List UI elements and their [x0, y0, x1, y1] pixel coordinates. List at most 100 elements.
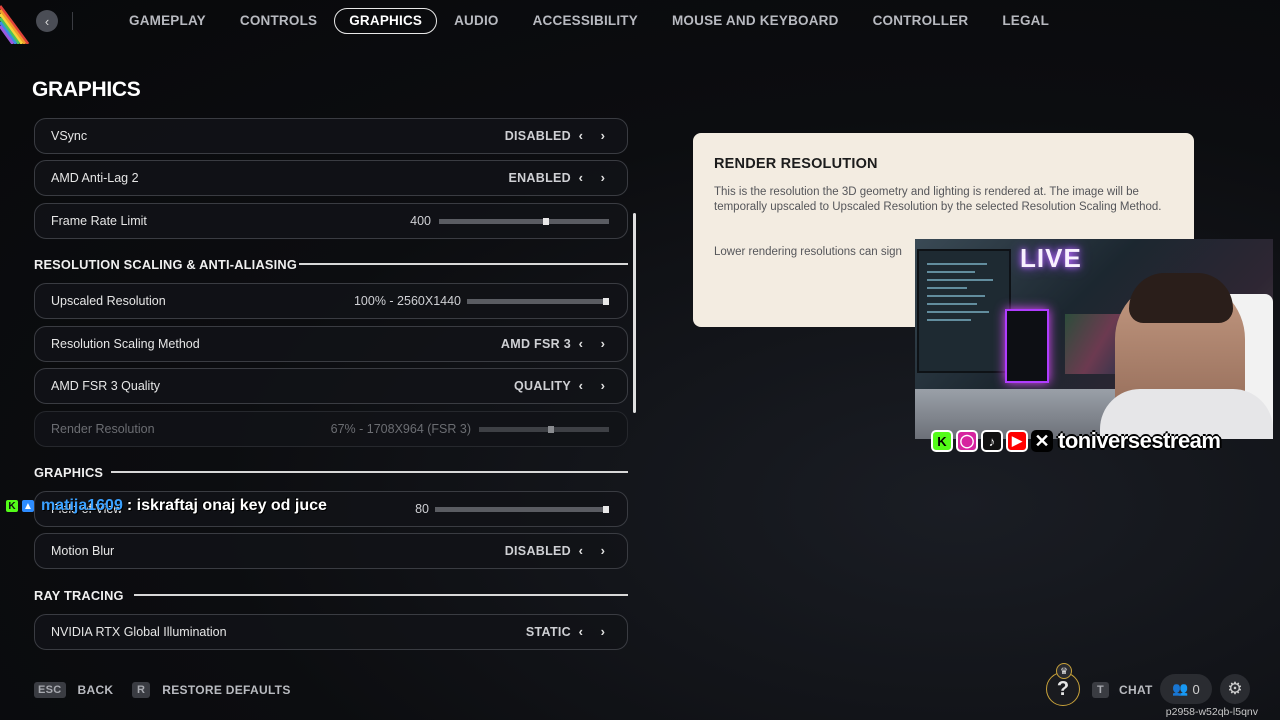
setting-value: QUALITY: [514, 379, 571, 393]
setting-rtx-global-illumination[interactable]: NVIDIA RTX Global Illumination STATIC ‹ …: [34, 614, 628, 650]
upscaled-resolution-slider[interactable]: [467, 298, 609, 305]
tab-gameplay[interactable]: GAMEPLAY: [112, 8, 223, 34]
tab-controller[interactable]: CONTROLLER: [856, 8, 986, 34]
section-divider: [134, 594, 628, 596]
section-ray-tracing: RAY TRACING: [34, 588, 124, 603]
stream-handle: toniversestream: [1058, 428, 1221, 453]
back-action[interactable]: ESC BACK: [34, 680, 113, 700]
chevron-left-icon: ‹: [44, 13, 50, 29]
friends-icon: 👥: [1172, 681, 1189, 696]
settings-scrollbar[interactable]: [633, 213, 636, 413]
section-graphics: GRAPHICS: [34, 465, 104, 480]
tab-graphics[interactable]: GRAPHICS: [334, 8, 438, 34]
key-hint: ESC: [34, 682, 66, 698]
gear-icon: ⚙: [1227, 679, 1243, 698]
kick-icon: K: [6, 500, 18, 512]
page-title: GRAPHICS: [32, 78, 141, 101]
setting-value: STATIC: [525, 625, 571, 639]
friends-count: 0: [1192, 681, 1200, 697]
setting-label: NVIDIA RTX Global Illumination: [51, 625, 227, 639]
slider-knob[interactable]: [543, 218, 550, 225]
tab-legal[interactable]: LEGAL: [985, 8, 1066, 34]
webcam-overlay: LIVE: [915, 239, 1273, 439]
crown-icon: ♛: [1056, 663, 1072, 679]
badge-icon: ▲: [22, 500, 34, 512]
chevron-left-icon[interactable]: ‹: [579, 534, 583, 568]
chat-message: K ▲ matija1609 : iskraftaj onaj key od j…: [6, 495, 327, 517]
chevron-left-icon[interactable]: ‹: [579, 119, 583, 153]
back-button[interactable]: ‹: [36, 10, 58, 32]
key-hint: T: [1092, 682, 1110, 698]
restore-defaults-label: RESTORE DEFAULTS: [162, 683, 291, 697]
tab-accessibility[interactable]: ACCESSIBILITY: [516, 8, 655, 34]
kick-icon: K: [931, 430, 953, 452]
live-sign: LIVE: [1020, 243, 1082, 273]
youtube-icon: ▶: [1006, 430, 1028, 452]
setting-amd-fsr3-quality[interactable]: AMD FSR 3 Quality QUALITY ‹ ›: [34, 368, 628, 404]
chevron-right-icon[interactable]: ›: [601, 161, 605, 195]
chevron-left-icon[interactable]: ‹: [579, 161, 583, 195]
setting-label: AMD Anti-Lag 2: [51, 171, 139, 185]
render-resolution-slider: [479, 426, 609, 433]
field-of-view-slider[interactable]: [435, 506, 609, 513]
chevron-left-icon[interactable]: ‹: [579, 327, 583, 361]
setting-vsync[interactable]: VSync DISABLED ‹ ›: [34, 118, 628, 154]
slider-value: 400: [410, 214, 431, 228]
setting-render-resolution: Render Resolution 67% - 1708X964 (FSR 3): [34, 411, 628, 447]
setting-value: DISABLED: [504, 129, 571, 143]
chat-label: CHAT: [1119, 683, 1153, 697]
social-handles: K ◯ ♪ ▶ ✕ toniversestream: [931, 426, 1221, 456]
chevron-left-icon[interactable]: ‹: [579, 615, 583, 649]
slider-knob[interactable]: [603, 506, 609, 513]
info-title: RENDER RESOLUTION: [714, 156, 878, 172]
setting-resolution-scaling-method[interactable]: Resolution Scaling Method AMD FSR 3 ‹ ›: [34, 326, 628, 362]
setting-label: VSync: [51, 129, 88, 143]
friends-button[interactable]: 👥 0: [1160, 674, 1212, 704]
tiktok-icon: ♪: [981, 430, 1003, 452]
chat-text: : iskraftaj onaj key od juce: [126, 497, 327, 514]
slider-value: 67% - 1708X964 (FSR 3): [330, 422, 471, 436]
tab-mouse-and-keyboard[interactable]: MOUSE AND KEYBOARD: [655, 8, 856, 34]
chevron-right-icon[interactable]: ›: [601, 119, 605, 153]
chevron-right-icon[interactable]: ›: [601, 369, 605, 403]
tab-controls[interactable]: CONTROLS: [223, 8, 334, 34]
slider-value: 100% - 2560X1440: [353, 294, 461, 308]
section-divider: [111, 471, 628, 473]
chevron-right-icon[interactable]: ›: [601, 615, 605, 649]
setting-label: Motion Blur: [51, 544, 115, 558]
key-hint: R: [132, 682, 151, 698]
section-resolution-scaling: RESOLUTION SCALING & ANTI-ALIASING: [34, 257, 297, 272]
setting-value: AMD FSR 3: [500, 337, 571, 351]
nav-divider: [72, 12, 73, 30]
setting-motion-blur[interactable]: Motion Blur DISABLED ‹ ›: [34, 533, 628, 569]
chat-username: matija1609: [41, 497, 123, 514]
setting-label: AMD FSR 3 Quality: [51, 379, 161, 393]
settings-tabs: GAMEPLAY CONTROLS GRAPHICS AUDIO ACCESSI…: [112, 8, 1066, 34]
chevron-right-icon[interactable]: ›: [601, 534, 605, 568]
setting-label: Render Resolution: [51, 422, 155, 436]
setting-frame-rate-limit[interactable]: Frame Rate Limit 400: [34, 203, 628, 239]
frame-rate-slider[interactable]: [439, 218, 609, 225]
setting-label: Resolution Scaling Method: [51, 337, 200, 351]
slider-value: 80: [415, 502, 429, 516]
cam-pc: [1005, 309, 1049, 383]
info-description: This is the resolution the 3D geometry a…: [714, 186, 1162, 213]
section-divider: [299, 263, 628, 265]
streamer-hair: [1129, 273, 1233, 323]
setting-value: DISABLED: [504, 544, 571, 558]
settings-gear-button[interactable]: ⚙: [1220, 674, 1250, 704]
slider-knob[interactable]: [603, 298, 609, 305]
setting-amd-anti-lag[interactable]: AMD Anti-Lag 2 ENABLED ‹ ›: [34, 160, 628, 196]
setting-upscaled-resolution[interactable]: Upscaled Resolution 100% - 2560X1440: [34, 283, 628, 319]
instagram-icon: ◯: [956, 430, 978, 452]
slider-knob: [547, 426, 554, 433]
chevron-left-icon[interactable]: ‹: [579, 369, 583, 403]
setting-value: ENABLED: [508, 171, 571, 185]
chevron-right-icon[interactable]: ›: [601, 327, 605, 361]
setting-label: Frame Rate Limit: [51, 214, 147, 228]
question-icon: ?: [1056, 677, 1070, 700]
session-id: p2958-w52qb-l5qnv: [1165, 706, 1258, 718]
restore-defaults-action[interactable]: R RESTORE DEFAULTS: [132, 680, 291, 700]
chat-action[interactable]: T CHAT: [1092, 680, 1153, 700]
tab-audio[interactable]: AUDIO: [437, 8, 516, 34]
